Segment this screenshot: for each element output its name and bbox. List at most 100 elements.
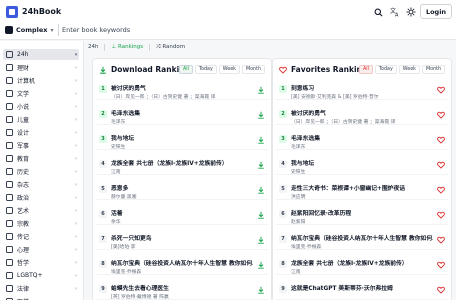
ranking-row[interactable]: 4 龙族全套 共七册（龙族I-龙族IV+龙族前传） 江南: [96, 156, 268, 175]
heart-icon[interactable]: [437, 136, 445, 144]
book-title[interactable]: 赵紫阳回忆录·改革历程: [291, 208, 433, 217]
book-title[interactable]: 纳瓦尔宝典（硅谷投资人纳瓦尔十年人生智慧 教你如何…: [111, 258, 253, 267]
ranking-row[interactable]: 5 恶意多 赫尔曼·黑塞: [96, 181, 268, 200]
download-icon[interactable]: [257, 136, 265, 144]
download-icon[interactable]: [257, 211, 265, 219]
sidebar-item-fiction[interactable]: 小说 ›: [3, 101, 79, 112]
sidebar-item-magazine[interactable]: 杂志 ›: [3, 179, 79, 190]
filter-week[interactable]: Week: [218, 65, 240, 74]
heart-icon[interactable]: [437, 86, 445, 94]
tab-24h[interactable]: 24h: [88, 44, 98, 50]
book-title[interactable]: 恶意多: [111, 183, 253, 192]
ranking-row[interactable]: 2 被讨厌的勇气 （日）岸见一郎 ；（日）古贺史健 著 ；渠海霞 译: [276, 106, 448, 125]
heart-icon[interactable]: [437, 186, 445, 194]
sidebar-item-label: 计算机: [17, 78, 36, 85]
sidebar-item-label: 法律: [17, 286, 30, 293]
sidebar-item-medicine[interactable]: 医学›: [3, 296, 79, 300]
book-title[interactable]: 被讨厌的勇气: [291, 108, 433, 117]
ranking-row[interactable]: 1 被讨厌的勇气 （日）岸见一郎 ；（日）古贺史健 著 ；渠海霞 译: [96, 81, 268, 100]
book-title[interactable]: 我与地坛: [291, 158, 433, 167]
book-title[interactable]: 龙族全套 共七册（龙族I-龙族IV+龙族前传）: [291, 258, 433, 267]
ranking-row[interactable]: 7 杀死一只知更鸟 [美]哈珀·李: [96, 231, 268, 250]
sidebar-item-computer[interactable]: 计算机 ›: [3, 75, 79, 86]
rank-badge: 9: [99, 285, 107, 293]
sidebar-item-military[interactable]: 军事 ›: [3, 140, 79, 151]
download-icon[interactable]: [257, 261, 265, 269]
ranking-row[interactable]: 8 纳瓦尔宝典（硅谷投资人纳瓦尔十年人生智慧 教你如何… 埃里克·乔根森: [96, 256, 268, 275]
tab-random[interactable]: ⤮ Random: [156, 44, 185, 51]
theme-toggle-icon[interactable]: [405, 6, 417, 18]
heart-icon[interactable]: [437, 161, 445, 169]
download-icon[interactable]: [257, 111, 265, 119]
book-title[interactable]: 走性三大奇书：菜根谭+小窗幽记+围炉夜话: [291, 183, 433, 192]
book-title[interactable]: 龙族全套 共七册（龙族I-龙族IV+龙族前传）: [111, 158, 253, 167]
filter-today[interactable]: Today: [374, 65, 397, 74]
ranking-row[interactable]: 9 蛤蟆先生去看心理医生 [英] 罗伯特·戴博德 著 陈赢: [96, 281, 268, 300]
sidebar-item-law[interactable]: 法律 ›: [3, 283, 79, 294]
ranking-row[interactable]: 1 刻意练习 [美] 安德斯·艾利克森 & [美] 罗伯特·普尔: [276, 81, 448, 100]
download-icon[interactable]: [257, 161, 265, 169]
sidebar-item-psychology[interactable]: 心理 ›: [3, 244, 79, 255]
religion-icon: [6, 220, 13, 227]
book-title[interactable]: 刻意练习: [291, 83, 433, 92]
sidebar-item-education[interactable]: 教育 ›: [3, 153, 79, 164]
sidebar-item-history[interactable]: 历史 ›: [3, 166, 79, 177]
ranking-row[interactable]: 6 活着 余华: [96, 206, 268, 225]
sidebar-item-religion[interactable]: 宗教 ›: [3, 218, 79, 229]
ranking-row[interactable]: 5 走性三大奇书：菜根谭+小窗幽记+围炉夜话 洪应明: [276, 181, 448, 200]
book-title[interactable]: 这就是ChatGPT 美斯蒂芬·沃尔弗拉姆: [291, 283, 433, 292]
book-title[interactable]: 毛泽东选集: [291, 133, 433, 142]
app-logo-icon[interactable]: [6, 6, 18, 18]
download-icon[interactable]: [257, 86, 265, 94]
ranking-row[interactable]: 4 我与地坛 史铁生: [276, 156, 448, 175]
book-title[interactable]: 杀死一只知更鸟: [111, 233, 253, 242]
filter-week[interactable]: Week: [398, 65, 420, 74]
sidebar-item-24h[interactable]: 24h ▾: [3, 49, 79, 60]
tab-rankings[interactable]: ⊥ Rankings: [111, 44, 143, 50]
filter-all[interactable]: All: [178, 65, 193, 74]
ranking-row[interactable]: 8 龙族全套 共七册（龙族I-龙族IV+龙族前传） 江南: [276, 256, 448, 275]
heart-icon[interactable]: [437, 261, 445, 269]
sidebar-item-art[interactable]: 艺术 ›: [3, 205, 79, 216]
app-name[interactable]: 24hBook: [22, 6, 61, 18]
sidebar-item-design[interactable]: 设计 ›: [3, 127, 79, 138]
sidebar-item-label: 传记: [17, 234, 30, 241]
book-title[interactable]: 活着: [111, 208, 253, 217]
download-icon[interactable]: [257, 186, 265, 194]
chevron-right-icon: ›: [75, 77, 77, 84]
book-title[interactable]: 毛泽东选集: [111, 108, 253, 117]
heart-icon[interactable]: [437, 211, 445, 219]
filter-today[interactable]: Today: [194, 65, 217, 74]
book-title[interactable]: 纳瓦尔宝典（硅谷投资人纳瓦尔十年人生智慧 教你如何…: [291, 233, 433, 242]
heart-icon[interactable]: [437, 111, 445, 119]
search-input[interactable]: [62, 23, 352, 36]
ranking-row[interactable]: 3 毛泽东选集 毛泽东: [276, 131, 448, 150]
book-title[interactable]: 蛤蟆先生去看心理医生: [111, 283, 253, 292]
search-icon[interactable]: [372, 6, 384, 18]
ranking-row[interactable]: 7 纳瓦尔宝典（硅谷投资人纳瓦尔十年人生智慧 教你如何… 埃里克·乔根森: [276, 231, 448, 250]
download-icon[interactable]: [257, 286, 265, 294]
ranking-row[interactable]: 2 毛泽东选集 毛泽东: [96, 106, 268, 125]
heart-icon[interactable]: [437, 286, 445, 294]
language-icon[interactable]: 文A: [389, 6, 401, 18]
ranking-row[interactable]: 3 我与地坛 史铁生: [96, 131, 268, 150]
login-button[interactable]: Login: [420, 4, 452, 19]
filter-all[interactable]: All: [358, 65, 373, 74]
sidebar-item-literature[interactable]: 文学 ›: [3, 88, 79, 99]
ranking-row[interactable]: 9 这就是ChatGPT 美斯蒂芬·沃尔弗拉姆: [276, 281, 448, 300]
sidebar-item-politics[interactable]: 政治 ›: [3, 192, 79, 203]
sidebar-item-philosophy[interactable]: 哲学 ›: [3, 257, 79, 268]
ranking-row[interactable]: 6 赵紫阳回忆录·改革历程 赵紫阳: [276, 206, 448, 225]
filter-month[interactable]: Month: [241, 65, 265, 74]
law-icon: [6, 285, 13, 292]
book-title[interactable]: 被讨厌的勇气: [111, 83, 253, 92]
book-title[interactable]: 我与地坛: [111, 133, 253, 142]
filter-month[interactable]: Month: [421, 65, 445, 74]
heart-icon[interactable]: [437, 236, 445, 244]
search-category-select[interactable]: Complex ▾: [5, 24, 54, 36]
sidebar-item-children[interactable]: 儿童 ›: [3, 114, 79, 125]
sidebar-item-biography[interactable]: 传记 ›: [3, 231, 79, 242]
sidebar-item-finance[interactable]: 理财 ›: [3, 62, 79, 73]
download-icon[interactable]: [257, 236, 265, 244]
sidebar-item-lgbtq[interactable]: LGBTQ+ ›: [3, 270, 79, 281]
